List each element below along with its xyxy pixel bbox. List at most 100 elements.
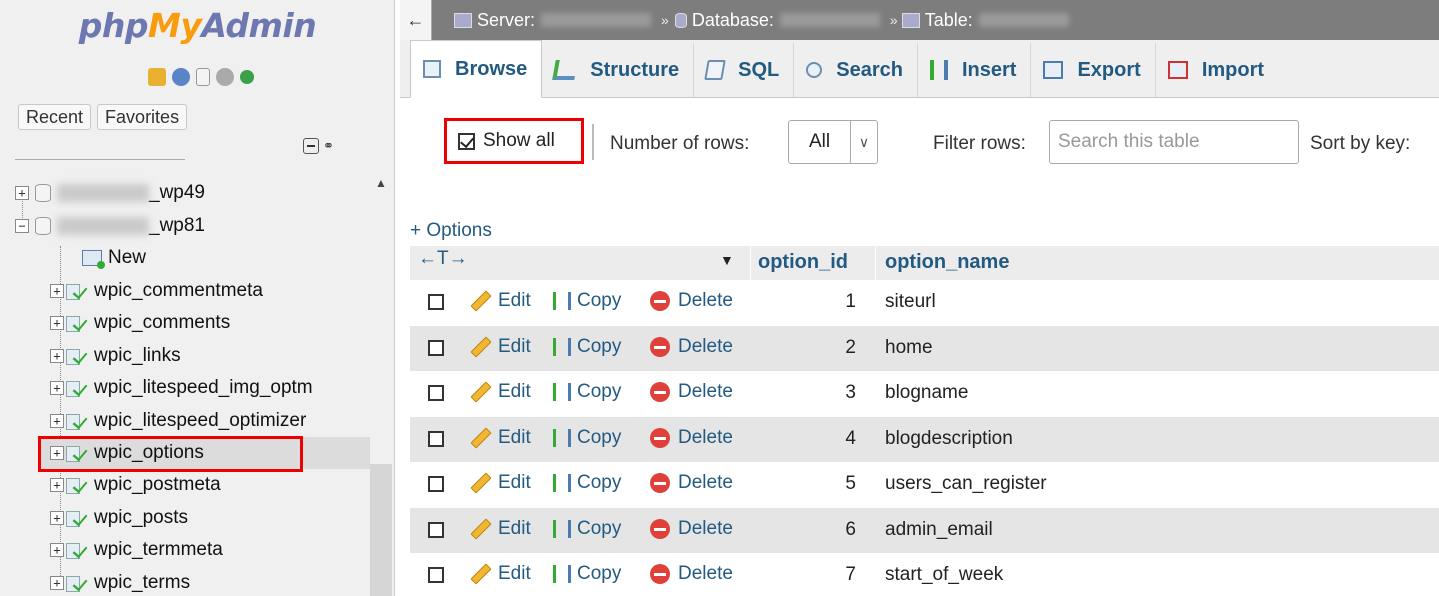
docs-icon[interactable] — [196, 68, 210, 86]
expand-icon[interactable]: + — [50, 381, 64, 396]
filter-rows-input[interactable] — [1049, 120, 1299, 164]
column-header-option-name[interactable]: option_name — [885, 251, 1009, 274]
delete-link[interactable]: Delete — [650, 336, 733, 358]
sidebar-table-item[interactable]: + wpic_posts — [50, 503, 188, 533]
table-structure-icon — [66, 541, 86, 560]
tab-export[interactable]: Export — [1031, 43, 1156, 97]
edit-link[interactable]: Edit — [470, 290, 531, 312]
back-arrow-icon[interactable]: ← — [400, 0, 432, 40]
cell-option-id[interactable]: 1 — [830, 291, 856, 313]
row-checkbox[interactable] — [428, 339, 444, 356]
copy-link[interactable]: Copy — [553, 290, 621, 312]
scroll-up-arrow-icon[interactable]: ▲ — [375, 176, 387, 190]
settings-icon[interactable] — [216, 68, 234, 86]
cell-option-id[interactable]: 7 — [830, 564, 856, 586]
sidebar-table-item[interactable]: + wpic_links — [50, 341, 181, 371]
number-of-rows-select[interactable]: All ∨ — [788, 120, 878, 164]
tab-structure[interactable]: Structure — [542, 43, 695, 97]
edit-link[interactable]: Edit — [470, 518, 531, 540]
expand-icon[interactable]: + — [50, 316, 64, 331]
sidebar-table-item[interactable]: + wpic_postmeta — [50, 470, 221, 500]
sidebar-table-item[interactable]: + wpic_litespeed_optimizer — [50, 406, 306, 436]
column-header-option-id[interactable]: option_id — [758, 251, 848, 274]
link-with-main-icon[interactable]: ⚭ — [323, 138, 334, 154]
logout-icon[interactable] — [172, 68, 190, 86]
expand-icon[interactable]: + — [50, 284, 64, 298]
home-icon[interactable] — [148, 68, 166, 86]
tab-sql[interactable]: SQL — [694, 43, 795, 97]
cell-option-name[interactable]: siteurl — [885, 291, 936, 313]
cell-option-name[interactable]: start_of_week — [885, 564, 1003, 586]
sidebar-table-item[interactable]: + wpic_termmeta — [50, 535, 223, 565]
breadcrumb-server[interactable]: Server: — [454, 10, 652, 31]
row-checkbox[interactable] — [428, 521, 444, 538]
breadcrumb-table[interactable]: Table: — [901, 10, 1069, 31]
sidebar-table-item[interactable]: + wpic_terms — [50, 568, 190, 596]
edit-link[interactable]: Edit — [470, 381, 531, 403]
expand-icon[interactable]: + — [50, 510, 64, 525]
reload-icon[interactable] — [240, 70, 254, 84]
copy-link[interactable]: Copy — [553, 472, 621, 494]
cell-option-name[interactable]: admin_email — [885, 519, 993, 541]
collapse-all-icon[interactable] — [303, 138, 319, 154]
new-table-item[interactable]: New — [82, 243, 146, 273]
expand-icon[interactable]: + — [50, 478, 64, 493]
copy-link[interactable]: Copy — [553, 563, 621, 585]
cell-option-id[interactable]: 5 — [830, 473, 856, 495]
sidebar-table-item[interactable]: + wpic_commentmeta — [50, 276, 263, 306]
expand-icon[interactable]: + — [50, 413, 64, 428]
cell-option-name[interactable]: home — [885, 337, 933, 359]
database-item-wp81[interactable]: − _wp81 — [15, 211, 205, 241]
cell-option-id[interactable]: 6 — [830, 519, 856, 541]
cell-option-name[interactable]: blogname — [885, 382, 968, 404]
copy-link[interactable]: Copy — [553, 518, 621, 540]
edit-link[interactable]: Edit — [470, 472, 531, 494]
cell-option-name[interactable]: users_can_register — [885, 473, 1047, 495]
collapse-icon[interactable]: − — [15, 219, 29, 233]
delete-link[interactable]: Delete — [650, 381, 733, 403]
cell-option-id[interactable]: 4 — [830, 428, 856, 450]
recent-button[interactable]: Recent — [18, 104, 92, 130]
column-nav-arrows[interactable]: ←T→ — [418, 248, 468, 270]
favorites-button[interactable]: Favorites — [97, 104, 188, 130]
delete-link[interactable]: Delete — [650, 290, 733, 312]
delete-link[interactable]: Delete — [650, 563, 733, 585]
sidebar-table-item[interactable]: + wpic_litespeed_img_optm — [50, 373, 313, 403]
cell-option-id[interactable]: 2 — [830, 337, 856, 359]
row-checkbox[interactable] — [428, 430, 444, 447]
delete-link[interactable]: Delete — [650, 518, 733, 540]
sidebar-table-item[interactable]: + wpic_comments — [50, 308, 230, 338]
edit-link[interactable]: Edit — [470, 563, 531, 585]
expand-icon[interactable]: + — [50, 575, 64, 590]
edit-link[interactable]: Edit — [470, 336, 531, 358]
row-checkbox[interactable] — [428, 476, 444, 492]
options-link[interactable]: + Options — [410, 220, 492, 242]
cell-option-id[interactable]: 3 — [830, 382, 856, 404]
row-checkbox[interactable] — [428, 294, 444, 310]
scrollbar-thumb[interactable] — [370, 464, 392, 596]
database-item-wp49[interactable]: + _wp49 — [15, 178, 205, 208]
tab-search[interactable]: Search — [794, 43, 918, 97]
tab-insert[interactable]: Insert — [918, 43, 1032, 97]
copy-link[interactable]: Copy — [553, 336, 621, 358]
show-all-checkbox[interactable]: Show all — [458, 130, 555, 152]
edit-link[interactable]: Edit — [470, 427, 531, 449]
checkbox-checked-icon[interactable] — [458, 132, 475, 150]
delete-link[interactable]: Delete — [650, 472, 733, 494]
navigation-controls: Show all Number of rows: All ∨ Filter ro… — [400, 98, 1439, 196]
expand-icon[interactable]: + — [15, 186, 29, 200]
copy-icon — [553, 565, 571, 583]
cell-option-name[interactable]: blogdescription — [885, 428, 1013, 450]
sort-dropdown-icon[interactable]: ▼ — [720, 252, 734, 268]
row-checkbox[interactable] — [428, 567, 444, 583]
tab-browse[interactable]: Browse — [410, 40, 543, 98]
tab-import[interactable]: Import — [1156, 43, 1278, 97]
breadcrumb-database[interactable]: Database: — [674, 10, 880, 31]
copy-link[interactable]: Copy — [553, 427, 621, 449]
delete-link[interactable]: Delete — [650, 427, 733, 449]
expand-icon[interactable]: + — [50, 543, 64, 558]
phpmyadmin-logo[interactable]: phpMyAdmin — [0, 6, 394, 45]
expand-icon[interactable]: + — [50, 348, 64, 363]
row-checkbox[interactable] — [428, 385, 444, 401]
copy-link[interactable]: Copy — [553, 381, 621, 403]
